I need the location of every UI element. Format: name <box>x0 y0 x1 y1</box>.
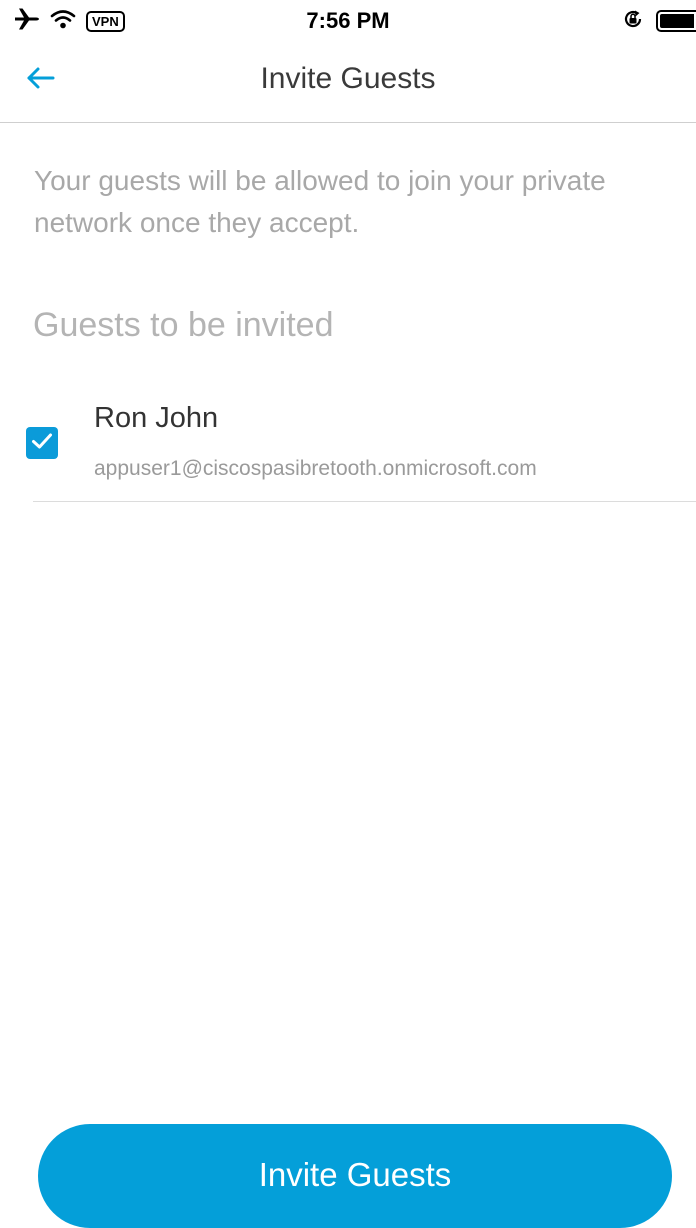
page-title: Invite Guests <box>260 62 436 95</box>
rotation-lock-icon <box>622 8 644 35</box>
status-bar: VPN 7:56 PM <box>0 0 696 40</box>
checkmark-icon <box>31 432 53 455</box>
status-time: 7:56 PM <box>306 8 390 33</box>
row-divider <box>33 501 696 502</box>
guest-name: Ron John <box>94 402 219 434</box>
guest-checkbox[interactable] <box>26 427 58 459</box>
guest-row[interactable]: Ron John appuser1@ciscospasibretooth.onm… <box>0 390 696 502</box>
guest-email: appuser1@ciscospasibretooth.onmicrosoft.… <box>94 457 537 480</box>
status-right-icons <box>622 6 696 36</box>
nav-bar: Invite Guests <box>0 40 696 123</box>
invite-description: Your guests will be allowed to join your… <box>34 165 606 238</box>
battery-fill <box>660 14 694 28</box>
invite-guests-button[interactable]: Invite Guests <box>38 1124 672 1228</box>
section-header: Guests to be invited <box>33 306 334 344</box>
battery-icon <box>656 10 696 32</box>
